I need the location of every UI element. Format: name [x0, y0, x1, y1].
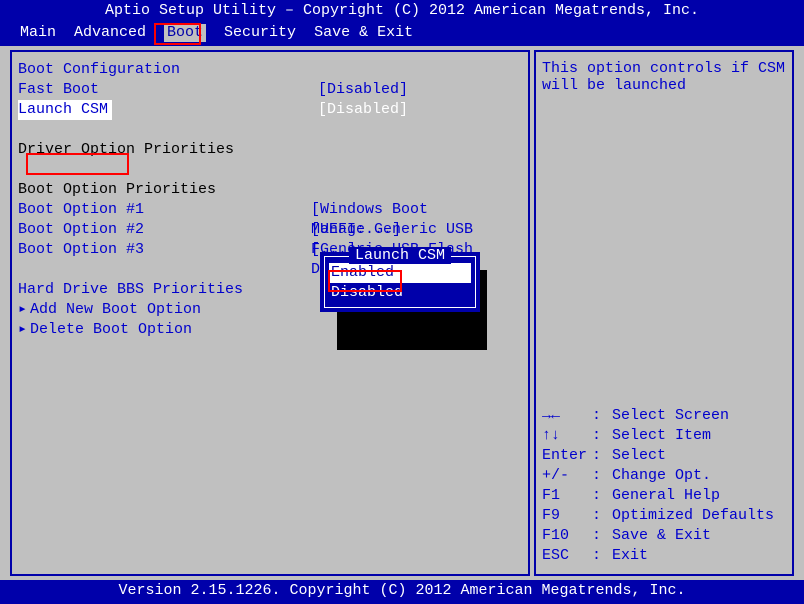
help-label: Change Opt. — [612, 466, 711, 486]
row-boot-option-2[interactable]: Boot Option #2 [UEFI: Generic USB F...] — [18, 220, 522, 240]
help-key-plusminus: +/- — [542, 466, 592, 486]
help-key-enter: Enter — [542, 446, 592, 466]
help-key-f1: F1 — [542, 486, 592, 506]
footer: Version 2.15.1226. Copyright (C) 2012 Am… — [0, 580, 804, 604]
help-label: Select Screen — [612, 406, 729, 426]
row-boot-option-1[interactable]: Boot Option #1 [Windows Boot Manage...] — [18, 200, 522, 220]
popup-title: Launch CSM — [349, 247, 451, 264]
arrow-icon: ▸ — [18, 320, 30, 340]
fast-boot-value: [Disabled] — [318, 80, 408, 100]
launch-csm-label: Launch CSM — [18, 100, 112, 120]
popup-launch-csm: Launch CSM Enabled Disabled — [320, 252, 480, 312]
header-title: Aptio Setup Utility – Copyright (C) 2012… — [0, 0, 804, 22]
section-boot-config: Boot Configuration — [18, 60, 318, 80]
bo1-value: [Windows Boot Manage...] — [311, 200, 522, 220]
popup-option-disabled[interactable]: Disabled — [329, 283, 471, 303]
hd-bbs-label: Hard Drive BBS Priorities — [18, 280, 318, 300]
help-keys: →←:Select Screen ↑↓:Select Item Enter:Se… — [542, 406, 786, 566]
section-boot-opt: Boot Option Priorities — [18, 180, 318, 200]
arrow-icon: ▸ — [18, 300, 30, 320]
help-key-arrows-lr: →← — [542, 406, 592, 426]
bo1-label: Boot Option #1 — [18, 200, 311, 220]
bo2-value: [UEFI: Generic USB F...] — [311, 220, 522, 240]
help-label: Select Item — [612, 426, 711, 446]
help-key-f10: F10 — [542, 526, 592, 546]
fast-boot-label: Fast Boot — [18, 80, 318, 100]
menu-bar: Main Advanced Boot Security Save & Exit — [0, 22, 804, 46]
bo3-label: Boot Option #3 — [18, 240, 311, 260]
help-label: Save & Exit — [612, 526, 711, 546]
help-label: General Help — [612, 486, 720, 506]
section-driver-opt: Driver Option Priorities — [18, 140, 318, 160]
help-label: Exit — [612, 546, 648, 566]
right-pane: This option controls if CSM will be laun… — [534, 50, 794, 576]
bios-screen: Aptio Setup Utility – Copyright (C) 2012… — [0, 0, 804, 604]
help-desc-1: This option controls if CSM — [542, 60, 786, 77]
menu-main[interactable]: Main — [20, 24, 56, 42]
menu-advanced[interactable]: Advanced — [74, 24, 146, 42]
menu-security[interactable]: Security — [224, 24, 296, 42]
add-boot-label: Add New Boot Option — [30, 300, 201, 320]
help-key-arrows-ud: ↑↓ — [542, 426, 592, 446]
help-key-esc: ESC — [542, 546, 592, 566]
popup-option-enabled[interactable]: Enabled — [329, 263, 471, 283]
help-key-f9: F9 — [542, 506, 592, 526]
help-label: Optimized Defaults — [612, 506, 774, 526]
launch-csm-value: [Disabled] — [318, 100, 408, 120]
row-fast-boot[interactable]: Fast Boot [Disabled] — [18, 80, 522, 100]
help-desc-2: will be launched — [542, 77, 786, 94]
help-label: Select — [612, 446, 666, 466]
menu-save-exit[interactable]: Save & Exit — [314, 24, 413, 42]
bo2-label: Boot Option #2 — [18, 220, 311, 240]
menu-boot[interactable]: Boot — [164, 24, 206, 42]
delete-boot-label: Delete Boot Option — [30, 320, 192, 340]
row-launch-csm[interactable]: Launch CSM [Disabled] — [18, 100, 522, 120]
